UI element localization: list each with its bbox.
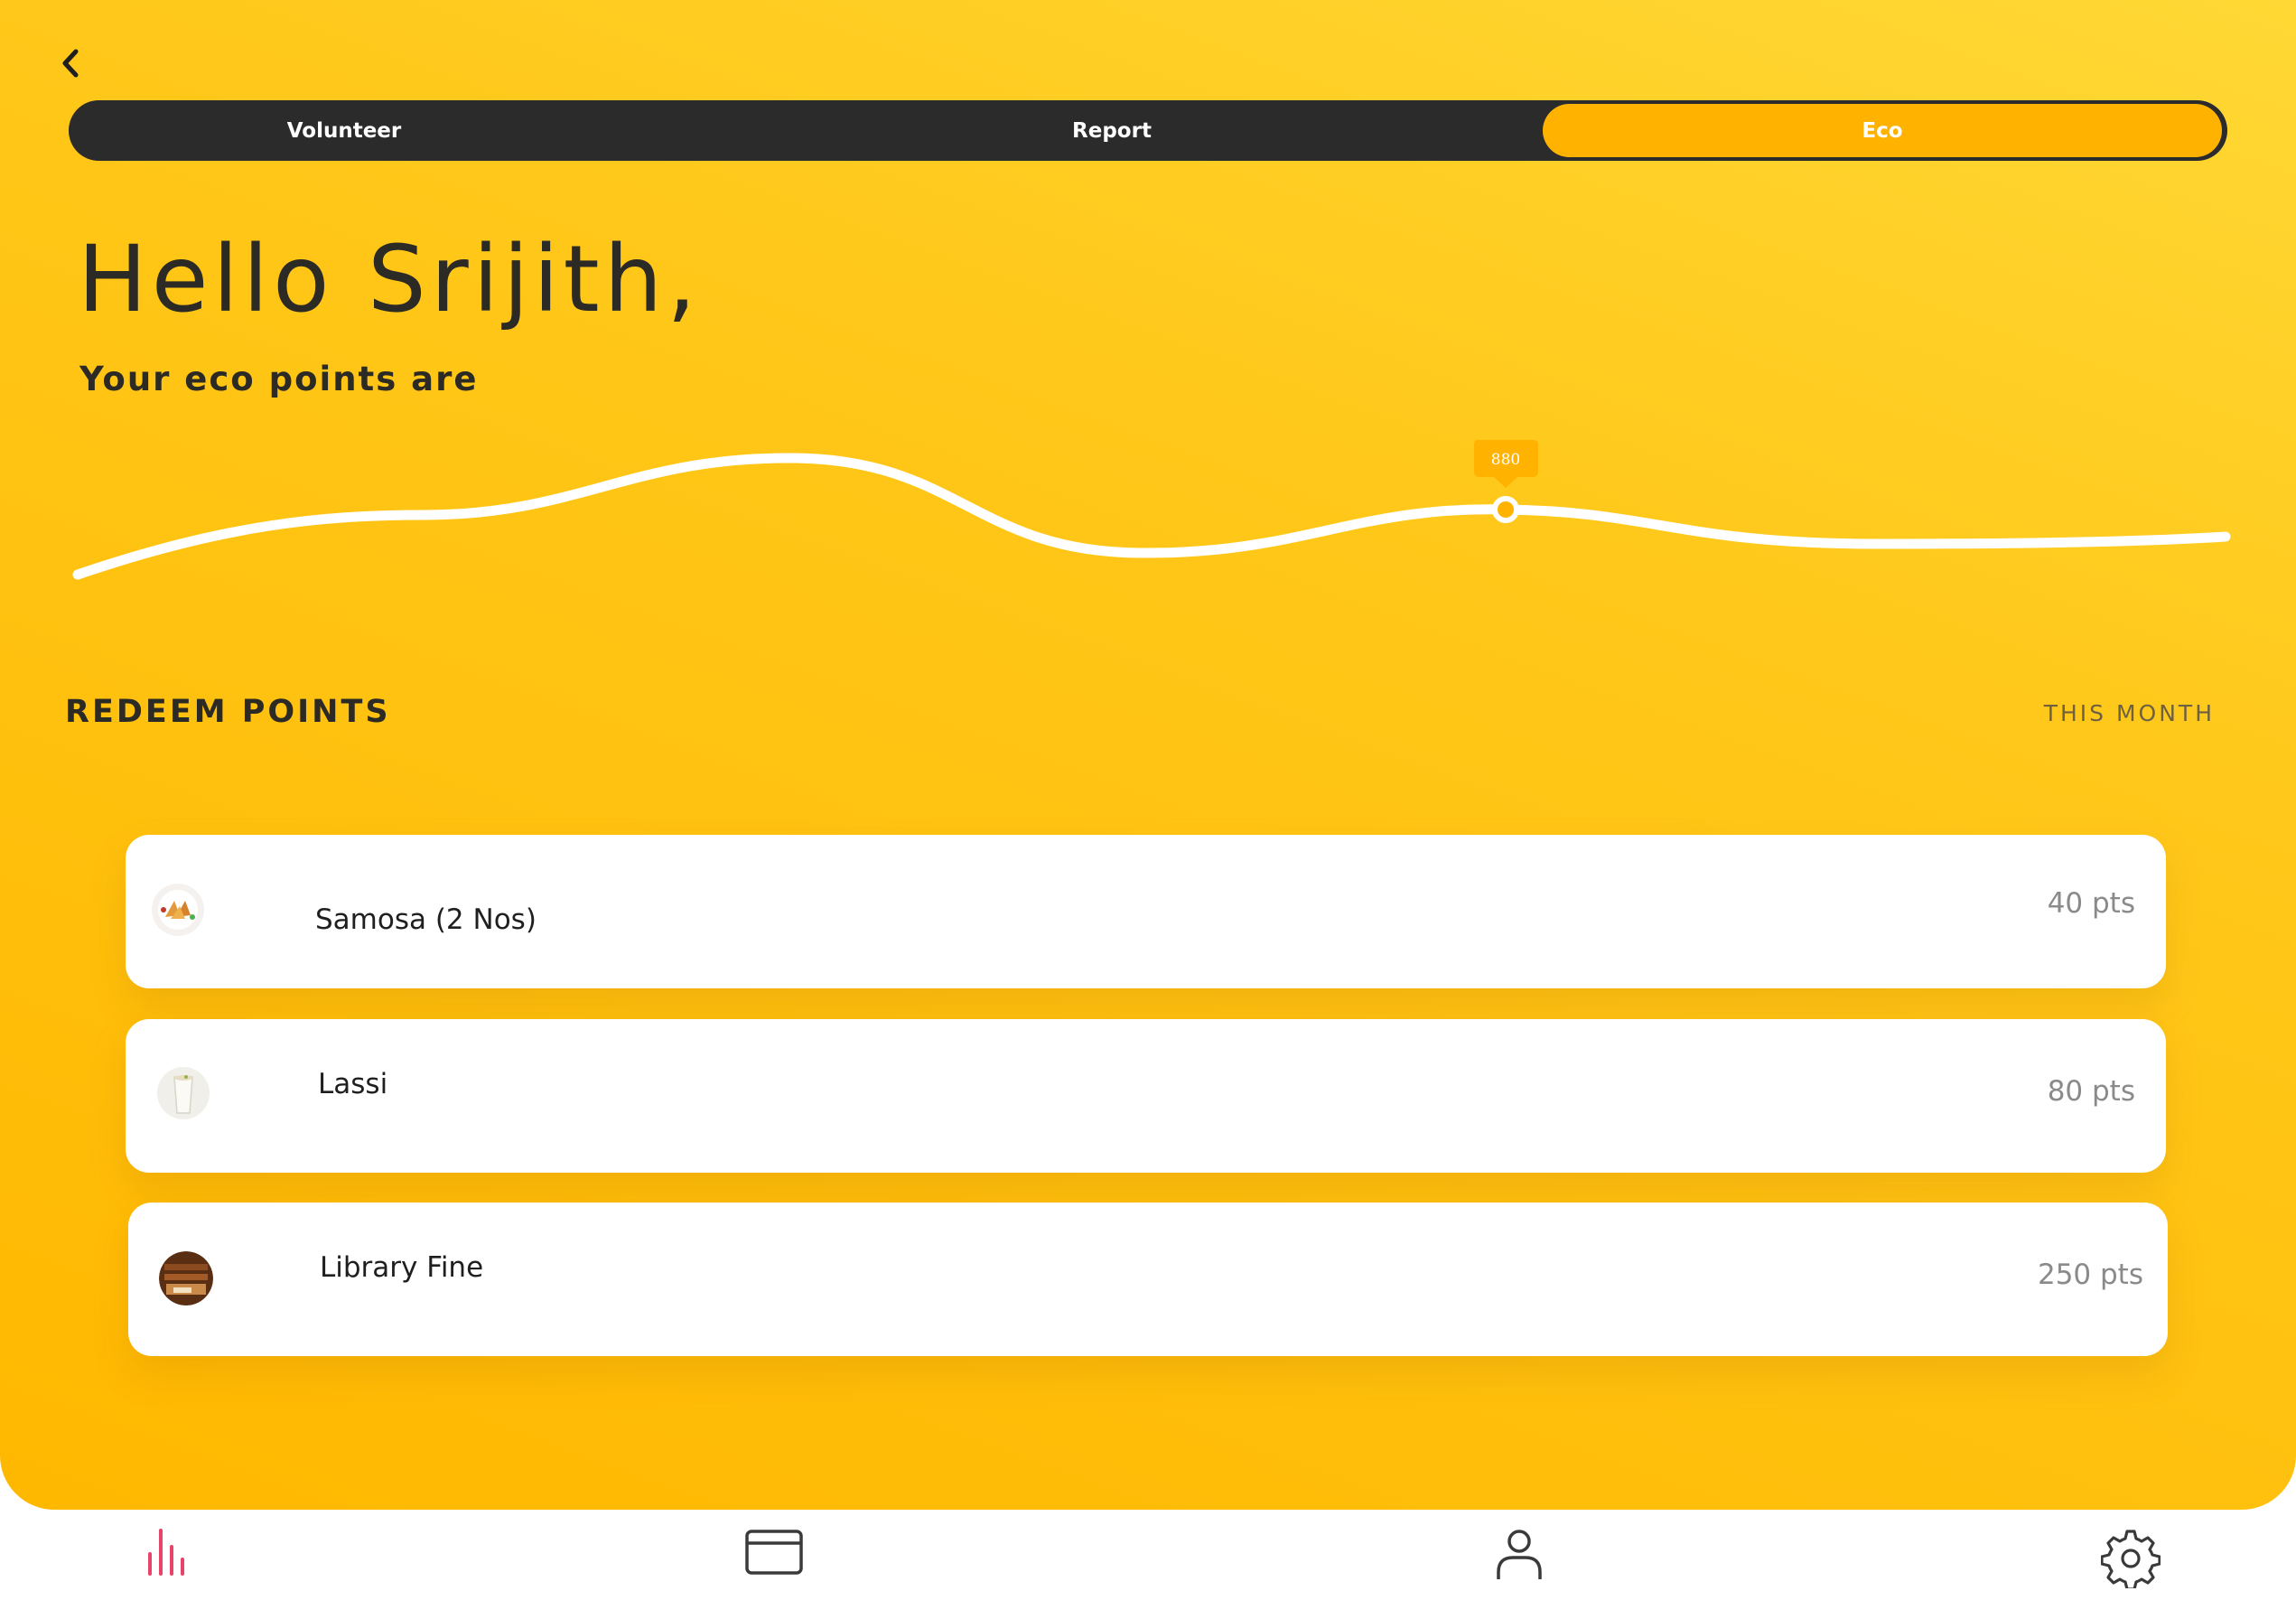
back-button[interactable] xyxy=(52,43,89,83)
period-filter[interactable]: THIS MONTH xyxy=(2044,700,2215,726)
redeem-item-points: 40 pts xyxy=(2047,887,2135,920)
chevron-left-icon xyxy=(62,49,79,78)
samosa-thumbnail xyxy=(152,884,204,936)
eco-points-curve: 880 xyxy=(72,439,2231,580)
redeem-points-title: REDEEM POINTS xyxy=(65,694,391,730)
lassi-thumbnail xyxy=(157,1067,210,1119)
points-trend-line xyxy=(72,453,2231,580)
tab-volunteer[interactable]: Volunteer xyxy=(132,100,556,161)
settings-icon[interactable] xyxy=(2101,1529,2161,1588)
points-marker-value: 880 xyxy=(1491,451,1520,469)
card-icon[interactable] xyxy=(744,1529,804,1576)
redeem-item-points: 80 pts xyxy=(2047,1075,2135,1108)
library-thumbnail xyxy=(159,1251,213,1305)
redeem-item-library-fine[interactable]: Library Fine 250 pts xyxy=(128,1203,2168,1356)
eco-panel: Volunteer Report Eco Hello Srijith, Your… xyxy=(0,0,2296,1510)
tab-eco[interactable]: Eco xyxy=(1543,104,2222,157)
redeem-item-name: Samosa (2 Nos) xyxy=(315,903,537,936)
redeem-item-name: Library Fine xyxy=(320,1251,484,1284)
points-marker-dot xyxy=(1492,496,1519,523)
profile-icon[interactable] xyxy=(1495,1529,1544,1581)
tab-bar: Volunteer Report Eco xyxy=(69,100,2227,161)
eco-screen: Volunteer Report Eco Hello Srijith, Your… xyxy=(0,0,2296,1619)
tab-report[interactable]: Report xyxy=(900,100,1324,161)
redeem-item-samosa[interactable]: Samosa (2 Nos) 40 pts xyxy=(126,835,2166,988)
eco-points-label: Your eco points are xyxy=(79,360,479,398)
redeem-item-name: Lassi xyxy=(318,1068,388,1100)
stats-icon[interactable] xyxy=(145,1527,188,1576)
redeem-item-lassi[interactable]: Lassi 80 pts xyxy=(126,1019,2166,1173)
greeting-heading: Hello Srijith, xyxy=(78,226,701,333)
redeem-item-points: 250 pts xyxy=(2037,1259,2143,1291)
